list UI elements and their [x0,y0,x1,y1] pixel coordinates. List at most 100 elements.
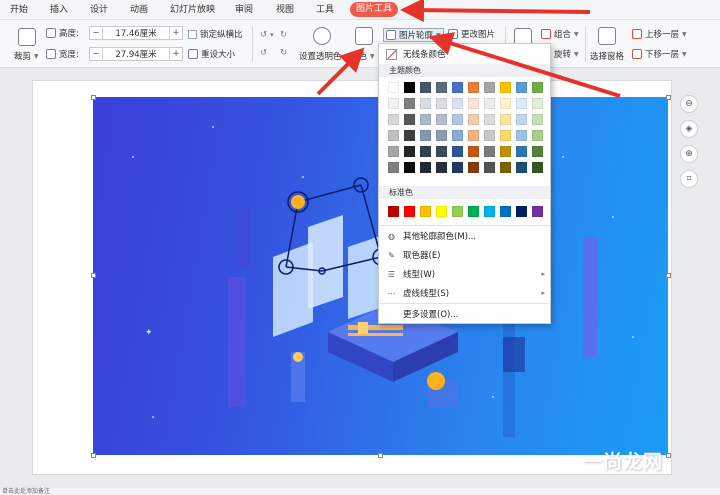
theme-color-swatch[interactable] [468,114,479,125]
standard-color-swatch[interactable] [420,206,431,217]
theme-color-swatch[interactable] [452,130,463,141]
transparent-color-icon[interactable] [313,27,331,45]
rotate-right-icon[interactable]: ↻ [280,30,287,40]
color-icon[interactable] [355,27,373,45]
theme-color-swatch[interactable] [532,114,543,125]
theme-color-swatch[interactable] [404,162,415,173]
theme-color-swatch[interactable] [420,146,431,157]
theme-color-swatch[interactable] [452,98,463,109]
theme-color-swatch[interactable] [388,130,399,141]
flip-vertical-icon[interactable]: ↻ [280,48,287,58]
height-stepper[interactable]: − 17.46厘米 + [89,26,183,40]
tab-view[interactable]: 视图 [276,3,294,17]
theme-color-swatch[interactable] [516,130,527,141]
theme-color-swatch[interactable] [436,130,447,141]
theme-color-swatch[interactable] [420,98,431,109]
standard-color-swatch[interactable] [404,206,415,217]
theme-color-swatch[interactable] [516,146,527,157]
tab-slideshow[interactable]: 幻灯片放映 [170,3,215,17]
resize-handle[interactable] [666,273,671,278]
theme-color-swatch[interactable] [452,162,463,173]
theme-color-swatch[interactable] [484,98,495,109]
width-stepper[interactable]: − 27.94厘米 + [89,47,183,61]
theme-color-swatch[interactable] [468,82,479,93]
crop-button[interactable]: 裁剪 ▼ [14,50,39,62]
standard-color-swatch[interactable] [500,206,511,217]
theme-color-swatch[interactable] [516,98,527,109]
theme-color-swatch[interactable] [500,162,511,173]
standard-color-swatch[interactable] [484,206,495,217]
standard-color-swatch[interactable] [468,206,479,217]
theme-color-swatch[interactable] [404,114,415,125]
theme-color-swatch[interactable] [500,130,511,141]
selection-pane-icon[interactable] [598,27,616,45]
theme-color-swatch[interactable] [532,130,543,141]
theme-color-swatch[interactable] [484,146,495,157]
theme-color-swatch[interactable] [420,130,431,141]
theme-color-swatch[interactable] [420,162,431,173]
standard-color-swatch[interactable] [388,206,399,217]
theme-color-swatch[interactable] [452,114,463,125]
increment-icon[interactable]: + [170,28,182,38]
theme-color-swatch[interactable] [468,130,479,141]
crop-icon[interactable] [18,28,36,46]
bring-forward-button[interactable]: 上移一层 ▼ [632,28,687,40]
standard-color-swatch[interactable] [436,206,447,217]
theme-color-swatch[interactable] [420,82,431,93]
zoom-icon[interactable]: ⊕ [680,145,698,163]
picture-outline-button[interactable]: 图片轮廓 ▼ [383,28,444,42]
color-button[interactable]: 颜色 ▼ [350,50,375,62]
theme-color-swatch[interactable] [436,114,447,125]
theme-color-swatch[interactable] [532,162,543,173]
rotate-left-icon[interactable]: ↺ ▾ [260,30,274,40]
theme-color-swatch[interactable] [436,146,447,157]
resize-handle[interactable] [378,453,383,458]
no-line-color-item[interactable]: 无线条颜色 [379,45,550,63]
theme-color-swatch[interactable] [516,82,527,93]
theme-color-swatch[interactable] [452,82,463,93]
tab-review[interactable]: 审阅 [235,3,253,17]
standard-color-swatch[interactable] [452,206,463,217]
group-button[interactable]: 组合 ▼ [541,28,579,40]
theme-color-swatch[interactable] [484,130,495,141]
resize-handle[interactable] [666,95,671,100]
theme-color-swatch[interactable] [404,130,415,141]
theme-color-swatch[interactable] [436,162,447,173]
decrement-icon[interactable]: − [90,28,102,38]
theme-color-swatch[interactable] [468,162,479,173]
resize-handle[interactable] [666,453,671,458]
change-picture-button[interactable]: 更改图片 [448,28,495,40]
theme-color-swatch[interactable] [404,98,415,109]
theme-color-swatch[interactable] [468,98,479,109]
tab-design[interactable]: 设计 [90,3,108,17]
theme-color-swatch[interactable] [532,146,543,157]
reset-size-button[interactable]: 重设大小 [188,48,235,60]
theme-color-swatch[interactable] [436,82,447,93]
tab-home[interactable]: 开始 [10,3,28,17]
theme-color-swatch[interactable] [500,114,511,125]
theme-color-swatch[interactable] [452,146,463,157]
theme-color-swatch[interactable] [516,162,527,173]
resize-handle[interactable] [91,273,96,278]
line-type-item[interactable]: ☰ 线型(W) ▸ [379,265,550,283]
theme-color-swatch[interactable] [500,98,511,109]
tab-picture-tools[interactable]: 图片工具 [350,2,399,17]
theme-color-swatch[interactable] [420,114,431,125]
theme-color-swatch[interactable] [484,114,495,125]
notes-bar[interactable]: 单击此处添加备注 [0,488,720,495]
flip-icon[interactable]: ↺ [260,48,267,58]
height-field[interactable]: 17.46厘米 [102,27,170,39]
send-backward-button[interactable]: 下移一层 ▼ [632,48,687,60]
dash-type-item[interactable]: ⋯ 虚线线型(S) ▸ [379,284,550,302]
increment-icon[interactable]: + [170,49,182,59]
theme-color-swatch[interactable] [484,162,495,173]
theme-color-swatch[interactable] [388,146,399,157]
theme-color-swatch[interactable] [532,82,543,93]
theme-color-swatch[interactable] [404,146,415,157]
width-field[interactable]: 27.94厘米 [102,48,170,60]
theme-color-swatch[interactable] [404,82,415,93]
tab-tools[interactable]: 工具 [316,3,334,17]
set-transparent-button[interactable]: 设置透明色 [299,50,342,62]
theme-color-swatch[interactable] [468,146,479,157]
minus-circle-icon[interactable]: ⊖ [680,95,698,113]
